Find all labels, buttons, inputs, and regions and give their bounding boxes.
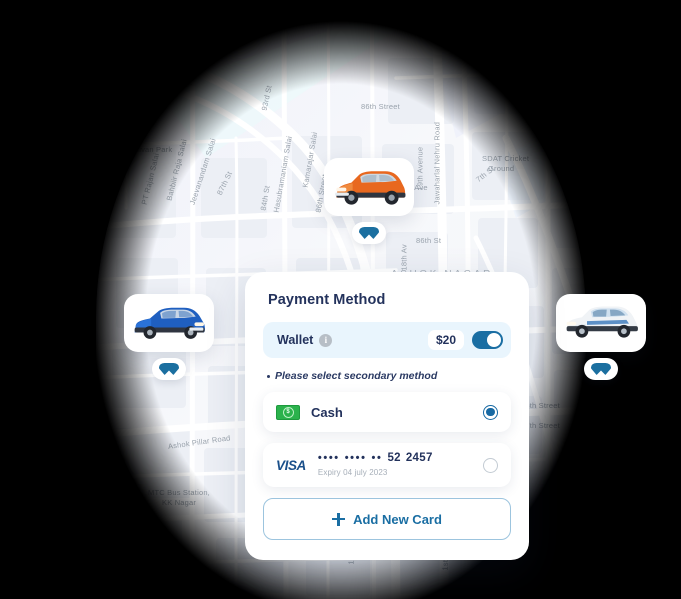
wallet-label: Wallet bbox=[277, 333, 314, 347]
map-pin-blue-sedan[interactable] bbox=[152, 358, 186, 380]
cash-icon: $ bbox=[276, 404, 300, 420]
map-pin-white-hatchback[interactable] bbox=[584, 358, 618, 380]
hint-text: Please select secondary method bbox=[275, 370, 438, 382]
card-mask-group-1: •••• bbox=[317, 451, 340, 464]
bullet-icon bbox=[267, 374, 270, 378]
card-digits-a: 52 bbox=[387, 452, 401, 465]
wallet-amount: $20 bbox=[427, 330, 464, 350]
add-new-card-button[interactable]: Add New Card bbox=[263, 498, 511, 540]
vehicle-card-orange-suv[interactable] bbox=[324, 158, 414, 216]
pin-dot-icon bbox=[159, 363, 179, 375]
toggle-knob bbox=[487, 333, 501, 347]
pin-dot-icon bbox=[591, 363, 611, 375]
vehicle-marker-blue-sedan[interactable] bbox=[124, 294, 214, 380]
payment-option-visa[interactable]: VISA •••• •••• •• 52 2457 Expiry 04 july… bbox=[263, 443, 511, 487]
card-number: •••• •••• •• 52 2457 bbox=[317, 451, 433, 465]
cash-label: Cash bbox=[311, 404, 343, 420]
wallet-toggle[interactable] bbox=[472, 331, 503, 349]
page-title: Payment Method bbox=[268, 292, 386, 308]
card-expiry: Expiry 04 july 2023 bbox=[317, 467, 388, 477]
vehicle-card-white-hatchback[interactable] bbox=[556, 294, 646, 352]
vehicle-marker-white-hatchback[interactable] bbox=[556, 294, 646, 380]
orange-suv-icon bbox=[335, 171, 406, 205]
secondary-method-hint: Please select secondary method bbox=[267, 370, 511, 382]
visa-icon: VISA bbox=[276, 457, 306, 473]
payment-method-panel: Payment Method Wallet i $20 Please selec… bbox=[245, 272, 529, 560]
add-new-card-label: Add New Card bbox=[353, 511, 442, 527]
radio-visa[interactable] bbox=[483, 457, 498, 473]
card-mask-group-2: •••• bbox=[344, 451, 367, 464]
plus-icon bbox=[332, 512, 346, 526]
card-digits-b: 2457 bbox=[405, 452, 433, 465]
card-details: •••• •••• •• 52 2457 Expiry 04 july 2023 bbox=[317, 451, 433, 477]
payment-option-cash[interactable]: $ Cash bbox=[263, 392, 511, 432]
radio-cash[interactable] bbox=[483, 404, 498, 420]
wallet-row[interactable]: Wallet i $20 bbox=[263, 322, 511, 358]
screenshot-root: 102nd St 103rd St Sivan Park PT Rajan Salai… bbox=[0, 0, 681, 599]
blue-sedan-icon bbox=[134, 307, 205, 339]
card-mask-group-3: •• bbox=[371, 451, 383, 464]
vehicle-marker-orange-suv[interactable] bbox=[324, 158, 414, 244]
pin-dot-icon bbox=[359, 227, 379, 239]
vehicle-card-blue-sedan[interactable] bbox=[124, 294, 214, 352]
dollar-glyph: $ bbox=[282, 406, 294, 418]
info-icon[interactable]: i bbox=[319, 333, 333, 347]
map-pin-orange-suv[interactable] bbox=[352, 222, 386, 244]
white-hatchback-icon bbox=[566, 306, 638, 338]
